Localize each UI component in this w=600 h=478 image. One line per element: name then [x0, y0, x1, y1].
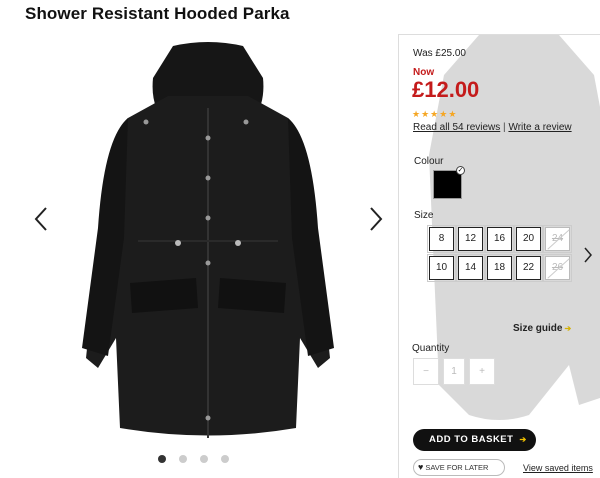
- quantity-decrease-button[interactable]: −: [413, 358, 439, 385]
- was-price: Was £25.00: [413, 48, 466, 59]
- previous-image-button[interactable]: [32, 206, 50, 232]
- gallery-pagination: [158, 455, 229, 463]
- add-to-basket-label: ADD TO BASKET: [429, 434, 514, 445]
- size-option-26: 26: [543, 254, 572, 282]
- gallery-dot[interactable]: [158, 455, 166, 463]
- heart-icon: ♥: [418, 462, 424, 472]
- colour-swatch-black[interactable]: ✓: [433, 166, 465, 199]
- image-gallery: [0, 30, 400, 478]
- star-icon: ★: [421, 109, 430, 119]
- size-option-16[interactable]: 16: [485, 225, 514, 253]
- star-icon: ★: [430, 109, 439, 119]
- product-image: [68, 38, 348, 450]
- size-option-22[interactable]: 22: [514, 254, 543, 282]
- reviews-separator: |: [503, 122, 506, 133]
- size-option-12[interactable]: 12: [456, 225, 485, 253]
- size-option-20[interactable]: 20: [514, 225, 543, 253]
- product-options-panel: Was £25.00 Now £12.00 ★ ★ ★ ★ ★ Read all 54 …: [398, 34, 600, 478]
- quantity-label: Quantity: [412, 343, 450, 354]
- chevron-left-icon: [34, 207, 47, 231]
- product-title: Shower Resistant Hooded Parka: [25, 4, 290, 23]
- size-guide-label: Size guide: [513, 323, 563, 334]
- size-option-10[interactable]: 10: [427, 254, 456, 282]
- size-option-14[interactable]: 14: [456, 254, 485, 282]
- size-option-24: 24: [543, 225, 572, 253]
- next-image-button[interactable]: [367, 206, 385, 232]
- quantity-stepper: − 1 +: [413, 358, 495, 385]
- chevron-right-icon: [370, 207, 383, 231]
- star-icon: ★: [448, 109, 457, 119]
- colour-label: Colour: [414, 156, 444, 167]
- size-option-18[interactable]: 18: [485, 254, 514, 282]
- size-label: Size: [414, 210, 434, 221]
- check-icon: ✓: [456, 166, 465, 175]
- quantity-increase-button[interactable]: +: [469, 358, 495, 385]
- size-guide-link[interactable]: Size guide ➔: [513, 323, 571, 334]
- gallery-dot[interactable]: [221, 455, 229, 463]
- write-review-link[interactable]: Write a review: [508, 122, 571, 133]
- gallery-dot[interactable]: [200, 455, 208, 463]
- view-saved-items-link[interactable]: View saved items: [523, 463, 593, 473]
- add-to-basket-button[interactable]: ADD TO BASKET ➔: [413, 429, 536, 451]
- star-icon: ★: [439, 109, 448, 119]
- read-reviews-link[interactable]: Read all 54 reviews: [413, 122, 500, 133]
- star-rating: ★ ★ ★ ★ ★: [412, 109, 456, 119]
- chevron-right-icon[interactable]: [583, 247, 593, 263]
- size-option-8[interactable]: 8: [427, 225, 456, 253]
- size-selector: 8 12 16 20 24 10 14 18 22 26: [427, 225, 572, 282]
- reviews-links: Read all 54 reviews | Write a review: [413, 122, 572, 133]
- current-price: £12.00: [412, 77, 480, 102]
- save-for-later-label: SAVE FOR LATER: [425, 463, 489, 472]
- star-icon: ★: [412, 109, 421, 119]
- arrow-right-icon: ➔: [564, 324, 572, 333]
- quantity-input[interactable]: 1: [443, 358, 465, 385]
- gallery-dot[interactable]: [179, 455, 187, 463]
- arrow-right-icon: ➔: [519, 435, 527, 444]
- save-for-later-button[interactable]: ♥ SAVE FOR LATER: [413, 459, 505, 476]
